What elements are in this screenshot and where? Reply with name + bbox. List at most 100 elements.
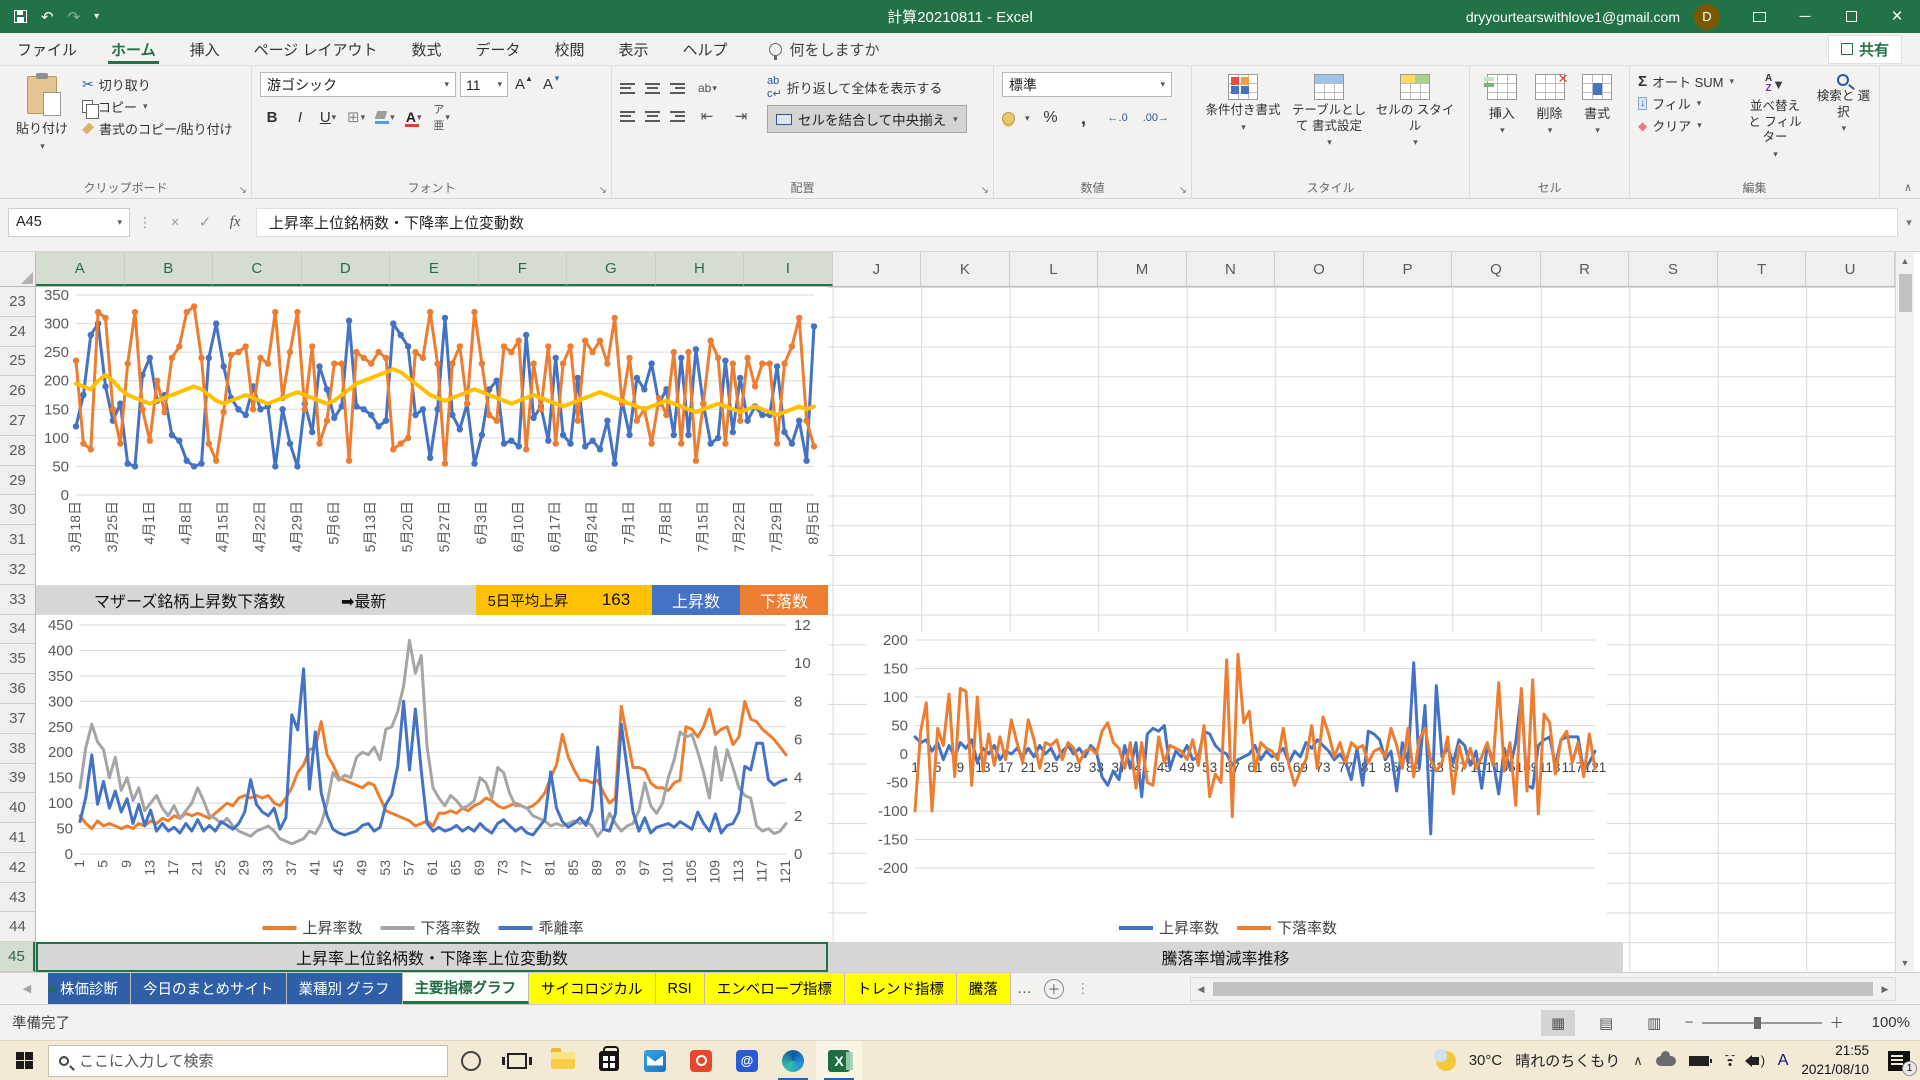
store-button[interactable]: [586, 1041, 632, 1080]
sheet-nav-left-icon[interactable]: ◀: [14, 982, 40, 995]
row-header-41[interactable]: 41: [0, 823, 35, 853]
copy-button[interactable]: コピー ▾: [82, 97, 233, 116]
underline-button[interactable]: U▾: [316, 105, 340, 129]
menu-tab-7[interactable]: 表示: [602, 33, 666, 66]
weather-desc[interactable]: 晴れのちくもり: [1515, 1050, 1620, 1071]
account-email[interactable]: dryyourtearswithlove1@gmail.com: [1466, 9, 1680, 25]
conditional-formatting-button[interactable]: 条件付き書式▾: [1200, 72, 1286, 178]
row-header-38[interactable]: 38: [0, 734, 35, 764]
delete-cells-button[interactable]: 削除▾: [1526, 72, 1574, 178]
qat-customize-icon[interactable]: ▾: [94, 11, 99, 22]
row-header-42[interactable]: 42: [0, 853, 35, 883]
menu-tab-6[interactable]: 校閲: [538, 33, 602, 66]
save-icon[interactable]: [14, 10, 27, 23]
hscroll-right-icon[interactable]: ▶: [1875, 984, 1895, 995]
name-box[interactable]: A45▾: [8, 208, 130, 237]
column-header-R[interactable]: R: [1541, 252, 1630, 286]
chart-mothers-updown[interactable]: 0501001502002503003503月18日3月25日4月1日4月8日4…: [36, 287, 828, 585]
zoom-out-icon[interactable]: −: [1685, 1015, 1693, 1031]
align-center-icon[interactable]: [645, 108, 660, 124]
menu-tab-0[interactable]: ファイル: [0, 33, 94, 66]
volume-icon[interactable]: [1751, 1057, 1759, 1065]
file-explorer-button[interactable]: [540, 1041, 586, 1080]
cell-styles-button[interactable]: セルの スタイル▾: [1372, 72, 1458, 178]
italic-button[interactable]: I: [288, 105, 312, 129]
decrease-decimal-icon[interactable]: .00→: [1140, 106, 1172, 130]
alignment-dialog-launcher-icon[interactable]: ↘: [981, 185, 989, 196]
clear-button[interactable]: ◆クリア▾: [1638, 116, 1734, 135]
menu-tab-8[interactable]: ヘルプ: [666, 33, 745, 66]
merge-center-button[interactable]: セルを結合して中央揃え▾: [767, 105, 967, 133]
cancel-icon[interactable]: ×: [160, 214, 190, 231]
row-header-31[interactable]: 31: [0, 525, 35, 555]
cortana-button[interactable]: [448, 1041, 494, 1080]
row-header-24[interactable]: 24: [0, 317, 35, 347]
row-header-28[interactable]: 28: [0, 436, 35, 466]
column-header-A[interactable]: A: [36, 252, 125, 286]
view-normal-icon[interactable]: ▦: [1541, 1010, 1575, 1036]
maximize-button[interactable]: [1828, 0, 1874, 33]
sheet-tab-7[interactable]: トレンド指標: [845, 973, 957, 1004]
bold-button[interactable]: B: [260, 105, 284, 129]
onedrive-icon[interactable]: [1656, 1056, 1676, 1066]
format-as-table-button[interactable]: テーブルとして 書式設定▾: [1286, 72, 1372, 178]
paste-button[interactable]: 貼り付け ▾: [8, 72, 76, 156]
column-header-S[interactable]: S: [1629, 252, 1718, 286]
share-button[interactable]: 共有: [1828, 35, 1902, 64]
avg-rise-cell[interactable]: 5日平均上昇 163: [476, 585, 652, 615]
sheet-grid[interactable]: 0501001502002503003503月18日3月25日4月1日4月8日4…: [36, 287, 1895, 972]
formula-input[interactable]: 上昇率上位銘柄数・下降率上位変動数: [256, 208, 1898, 237]
number-format-combo[interactable]: 標準▾: [1002, 72, 1172, 97]
zoom-in-icon[interactable]: ＋: [1830, 1012, 1845, 1033]
mail-button[interactable]: [632, 1041, 678, 1080]
column-header-F[interactable]: F: [479, 252, 568, 286]
insert-function-icon[interactable]: fx: [220, 214, 250, 231]
sheet-tab-3[interactable]: 主要指標グラフ: [403, 973, 530, 1004]
horizontal-scroll-thumb[interactable]: [1213, 982, 1873, 996]
column-header-U[interactable]: U: [1806, 252, 1895, 286]
row-header-44[interactable]: 44: [0, 912, 35, 942]
start-button[interactable]: [0, 1041, 48, 1080]
row-header-29[interactable]: 29: [0, 466, 35, 496]
banner-mothers-title-cell[interactable]: マザーズ銘柄上昇数下落数 ➡最新: [36, 585, 476, 615]
row-header-36[interactable]: 36: [0, 674, 35, 704]
column-header-Q[interactable]: Q: [1452, 252, 1541, 286]
column-header-G[interactable]: G: [567, 252, 656, 286]
tell-me-box[interactable]: 何をしますか: [769, 39, 880, 60]
column-header-O[interactable]: O: [1275, 252, 1364, 286]
view-page-break-icon[interactable]: ▥: [1637, 1010, 1671, 1036]
menu-tab-2[interactable]: 挿入: [173, 33, 237, 66]
edge-button[interactable]: [770, 1041, 816, 1080]
decrease-font-icon[interactable]: A▼: [540, 73, 564, 97]
rise-count-cell[interactable]: 上昇数: [652, 585, 740, 615]
close-button[interactable]: ×: [1874, 0, 1920, 33]
menu-tab-4[interactable]: 数式: [394, 33, 458, 66]
format-cells-button[interactable]: 書式▾: [1573, 72, 1621, 178]
notification-icon[interactable]: 1: [1888, 1051, 1910, 1071]
cut-button[interactable]: ✂切り取り: [82, 75, 233, 94]
hscroll-left-icon[interactable]: ◀: [1191, 984, 1211, 995]
find-select-button[interactable]: 検索と 選択▾: [1816, 72, 1871, 178]
row-header-45[interactable]: 45: [0, 942, 35, 972]
red-app-button[interactable]: [678, 1041, 724, 1080]
sheet-nav-right-icon[interactable]: ▶: [40, 982, 66, 995]
row-header-37[interactable]: 37: [0, 704, 35, 734]
row-header-34[interactable]: 34: [0, 615, 35, 645]
chart-advance-decline[interactable]: -200-150-100-500501001502001591317212529…: [867, 632, 1607, 942]
fall-count-cell[interactable]: 下落数: [740, 585, 828, 615]
column-header-I[interactable]: I: [744, 252, 833, 286]
redo-icon[interactable]: ↷: [68, 8, 81, 26]
wifi-icon[interactable]: [1722, 1055, 1738, 1067]
column-header-E[interactable]: E: [390, 252, 479, 286]
taskbar-search[interactable]: ここに入力して検索: [48, 1045, 448, 1077]
battery-icon[interactable]: [1689, 1056, 1709, 1066]
number-dialog-launcher-icon[interactable]: ↘: [1179, 185, 1187, 196]
row-header-27[interactable]: 27: [0, 406, 35, 436]
column-header-L[interactable]: L: [1010, 252, 1099, 286]
chart-top-movers[interactable]: 0501001502002503003504004500246810121591…: [36, 615, 828, 942]
row-header-43[interactable]: 43: [0, 883, 35, 913]
column-header-T[interactable]: T: [1718, 252, 1807, 286]
increase-decimal-icon[interactable]: ←.0: [1105, 106, 1131, 130]
menu-tab-3[interactable]: ページ レイアウト: [237, 33, 395, 66]
increase-font-icon[interactable]: A▲: [512, 73, 536, 97]
